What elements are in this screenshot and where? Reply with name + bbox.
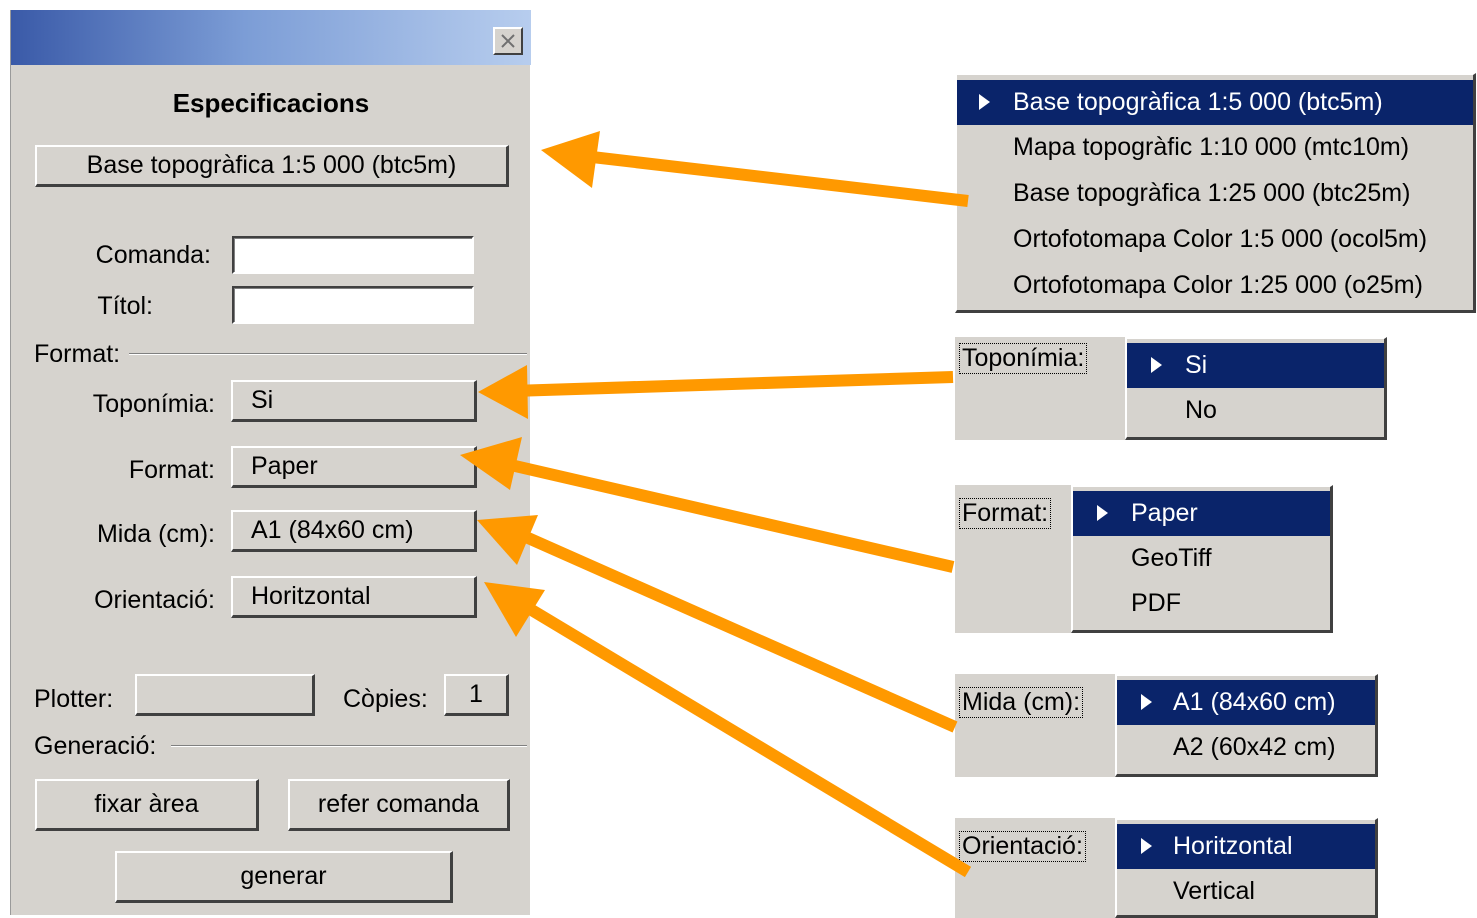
arrowhead-format — [460, 437, 522, 490]
arrow-mida — [507, 524, 958, 733]
arrowhead-toponimia — [478, 365, 528, 419]
arrow-product — [574, 149, 969, 207]
arrow-orientacio — [516, 597, 972, 878]
annotation-arrows — [460, 131, 972, 878]
arrowhead-product — [541, 131, 600, 188]
arrow-toponimia — [511, 371, 954, 397]
